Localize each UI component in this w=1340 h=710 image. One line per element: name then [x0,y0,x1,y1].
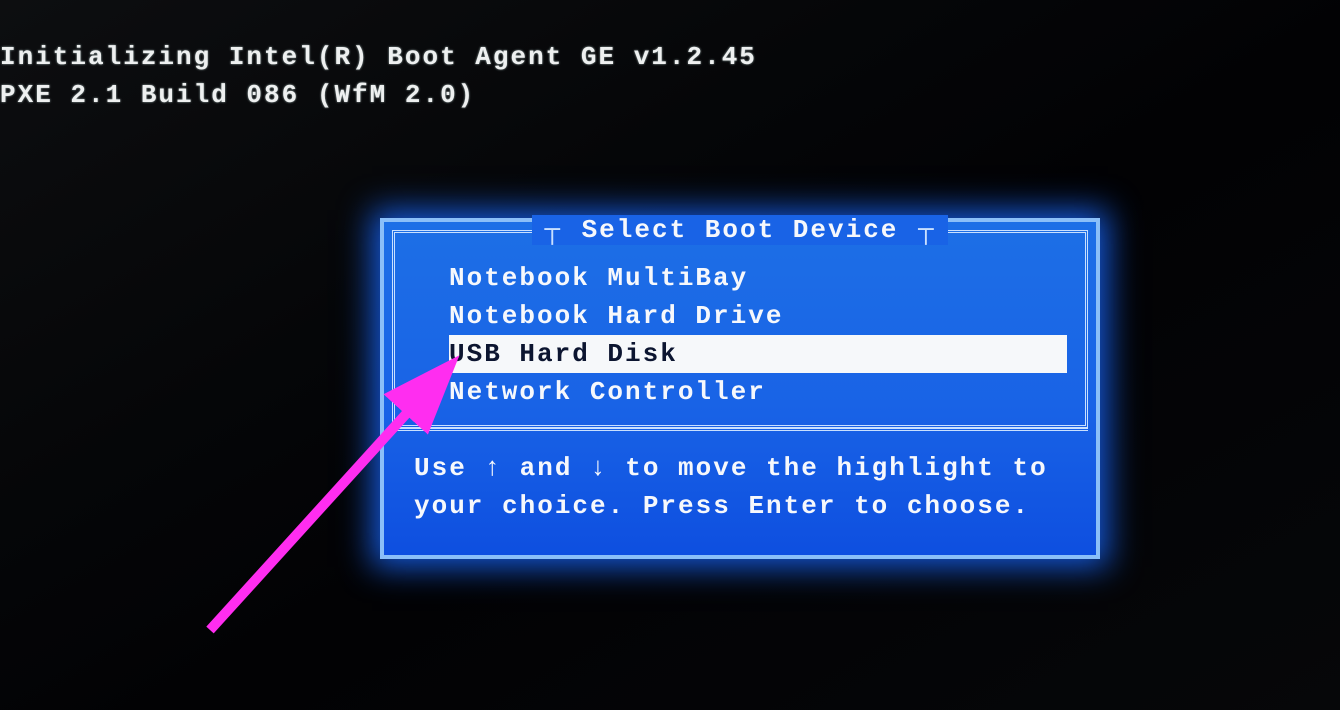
boot-option-notebook-hard-drive[interactable]: Notebook Hard Drive [449,297,1085,335]
hint-line-1: Use ↑ and ↓ to move the highlight to [414,449,1066,487]
boot-option-notebook-multibay[interactable]: Notebook MultiBay [449,259,1085,297]
boot-option-network-controller[interactable]: Network Controller [449,373,1085,411]
hint-line-2: your choice. Press Enter to choose. [414,487,1066,525]
bios-boot-screen: Initializing Intel(R) Boot Agent GE v1.2… [0,0,1340,710]
boot-menu-items: Notebook MultiBay Notebook Hard Drive US… [395,245,1085,425]
boot-option-usb-hard-disk[interactable]: USB Hard Disk [449,335,1067,373]
title-right-tick-icon: ┬ [916,215,938,245]
boot-menu-title: Select Boot Device [582,215,899,245]
boot-menu-hint: Use ↑ and ↓ to move the highlight to you… [392,428,1088,545]
title-left-tick-icon: ┬ [542,215,564,245]
boot-device-menu: ┬ Select Boot Device ┬ Notebook MultiBay… [380,218,1100,559]
bios-line-2: PXE 2.1 Build 086 (WfM 2.0) [0,80,475,110]
boot-menu-inner: ┬ Select Boot Device ┬ Notebook MultiBay… [392,230,1088,428]
bios-line-1: Initializing Intel(R) Boot Agent GE v1.2… [0,42,757,72]
boot-menu-title-row: ┬ Select Boot Device ┬ [395,215,1085,245]
bios-post-text: Initializing Intel(R) Boot Agent GE v1.2… [0,38,757,114]
